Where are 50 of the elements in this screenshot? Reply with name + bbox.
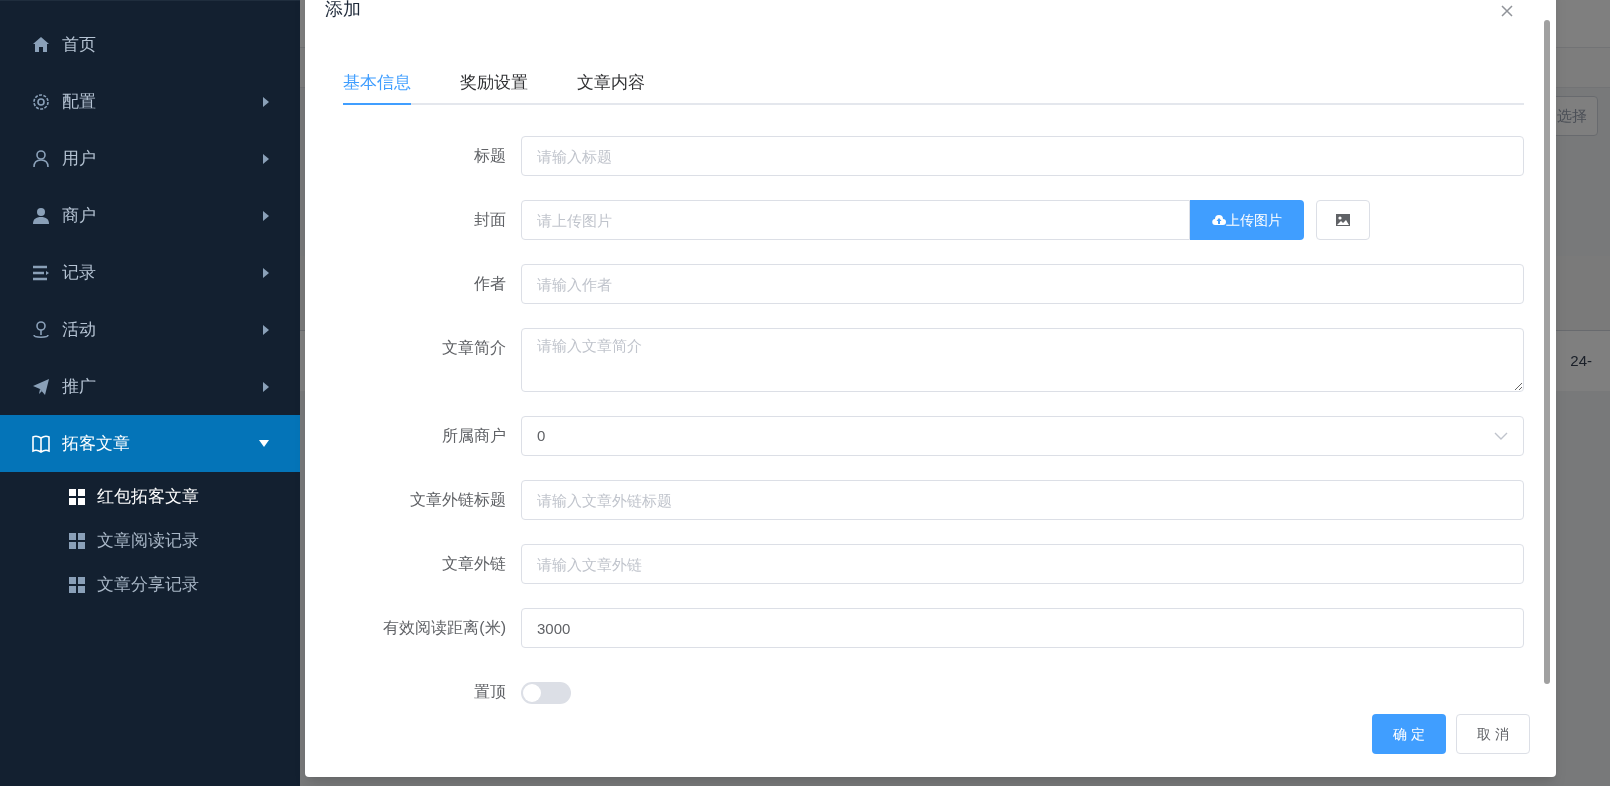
plane-icon — [31, 376, 51, 397]
grid-icon — [68, 532, 86, 550]
tab[interactable]: 奖励设置 — [460, 63, 528, 105]
image-icon — [1336, 214, 1350, 226]
grid-icon — [68, 488, 86, 506]
input-field[interactable]: 3000 — [521, 608, 1524, 648]
input-field[interactable]: 请上传图片 — [521, 200, 1190, 240]
field-label: 封面 — [473, 210, 507, 230]
pin-icon — [31, 319, 51, 340]
menu-item[interactable]: 活动 — [0, 301, 300, 358]
submenu-item[interactable]: 文章阅读记录 — [0, 519, 300, 563]
field-label: 标题 — [473, 146, 507, 166]
select-field[interactable]: 0 — [521, 416, 1524, 456]
menu-item[interactable]: 首页 — [0, 16, 300, 73]
submenu-item[interactable]: 文章分享记录 — [0, 563, 300, 607]
gear-icon — [31, 91, 51, 112]
field-label: 作者 — [473, 274, 507, 294]
input-field[interactable]: 请输入标题 — [521, 136, 1524, 176]
field-label: 文章外链标题 — [409, 490, 507, 510]
input-field[interactable]: 请输入文章外链标题 — [521, 480, 1524, 520]
textarea-field[interactable]: 请输入文章简介 — [521, 328, 1524, 392]
scrollbar[interactable] — [1544, 20, 1550, 684]
submenu-item[interactable]: 红包拓客文章 — [0, 475, 300, 519]
field-label: 所属商户 — [441, 426, 507, 446]
user-icon — [31, 148, 51, 169]
field-label: 文章简介 — [441, 338, 507, 358]
cancel-button[interactable]: 取 消 — [1456, 714, 1530, 754]
menu-item[interactable]: 记录 — [0, 244, 300, 301]
preview-button[interactable] — [1316, 200, 1370, 240]
table-cell-text: 24- — [1570, 350, 1592, 371]
grid-icon — [68, 576, 86, 594]
tab[interactable]: 文章内容 — [577, 63, 645, 105]
chevron-down-icon — [1494, 432, 1508, 440]
close-icon[interactable] — [1500, 4, 1514, 18]
input-field[interactable]: 请输入作者 — [521, 264, 1524, 304]
field-label: 有效阅读距离(米) — [382, 618, 507, 638]
person-icon — [31, 205, 51, 226]
cloud-upload-icon — [1212, 214, 1226, 226]
field-label: 置顶 — [473, 682, 507, 702]
dialog-title: 添加 — [325, 0, 361, 18]
book-icon — [31, 433, 51, 454]
menu-item[interactable]: 商户 — [0, 187, 300, 244]
menu-item[interactable]: 拓客文章 — [0, 415, 300, 472]
menu-item[interactable]: 配置 — [0, 73, 300, 130]
home-icon — [31, 34, 51, 55]
menu-item[interactable]: 推广 — [0, 358, 300, 415]
toggle-switch[interactable] — [521, 682, 571, 704]
menu-item[interactable]: 用户 — [0, 130, 300, 187]
input-field[interactable]: 请输入文章外链 — [521, 544, 1524, 584]
field-label: 文章外链 — [441, 554, 507, 574]
